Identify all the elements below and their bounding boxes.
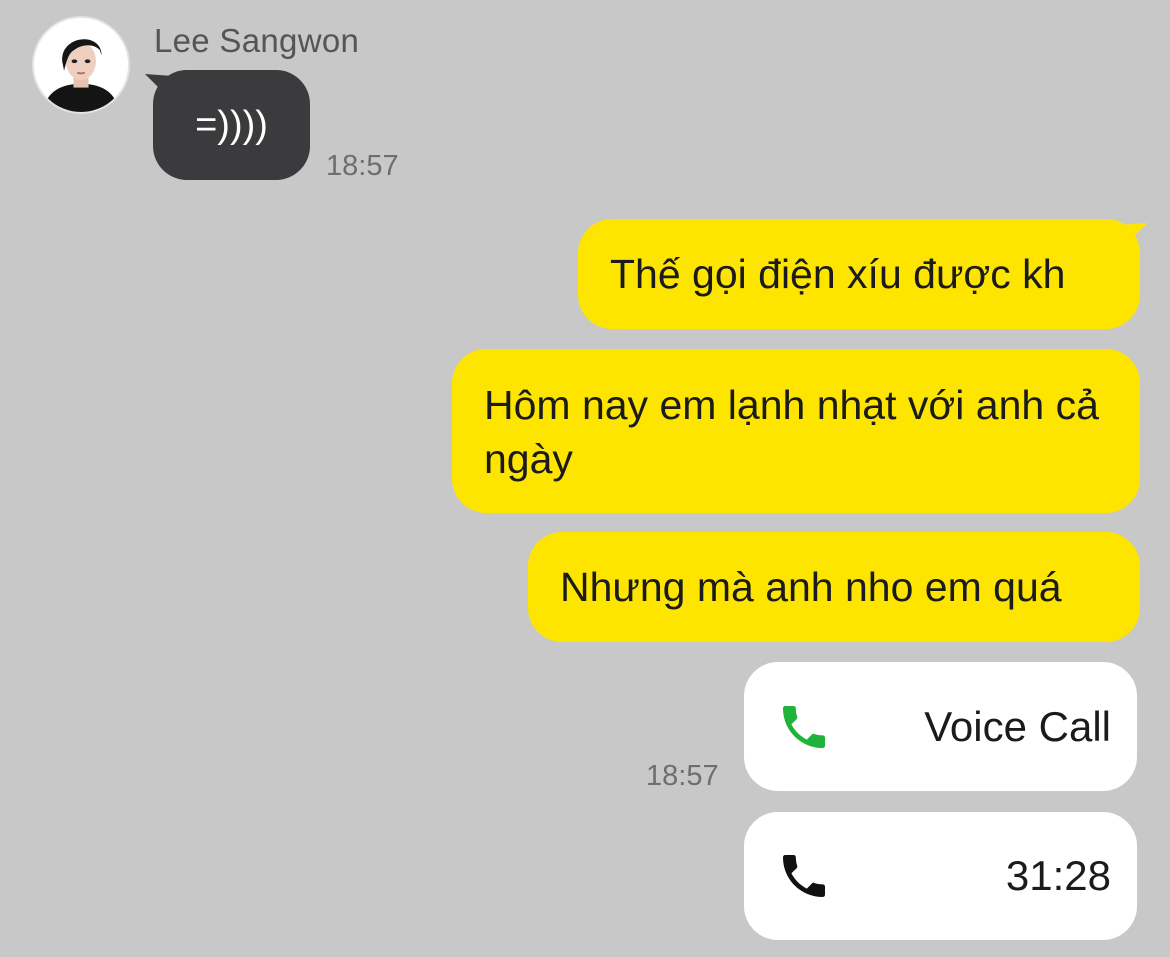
incoming-timestamp: 18:57: [326, 150, 399, 182]
voice-call-bubble[interactable]: Voice Call: [744, 662, 1137, 791]
outgoing-message-text: Hôm nay em lạnh nhạt với anh cả ngày: [484, 382, 1099, 482]
outgoing-message-bubble[interactable]: Thế gọi điện xíu được kh: [578, 219, 1140, 329]
sender-name: Lee Sangwon: [154, 22, 360, 59]
outgoing-message-text: Thế gọi điện xíu được kh: [610, 251, 1066, 297]
phone-icon: [783, 705, 825, 748]
voice-call-label: Voice Call: [924, 702, 1111, 750]
avatar-portrait: [34, 18, 128, 112]
sender-avatar[interactable]: [32, 16, 130, 114]
outgoing-timestamp: 18:57: [646, 760, 719, 792]
incoming-message-text: =)))): [195, 103, 268, 146]
call-duration-bubble[interactable]: 31:28: [744, 812, 1137, 940]
outgoing-message-bubble[interactable]: Hôm nay em lạnh nhạt với anh cả ngày: [452, 349, 1140, 513]
phone-icon: [783, 855, 825, 897]
call-duration-label: 31:28: [1005, 852, 1111, 899]
incoming-message-bubble[interactable]: =)))): [153, 70, 310, 180]
outgoing-message-bubble[interactable]: Nhưng mà anh nho em quá: [528, 532, 1140, 642]
outgoing-message-text: Nhưng mà anh nho em quá: [560, 564, 1062, 610]
